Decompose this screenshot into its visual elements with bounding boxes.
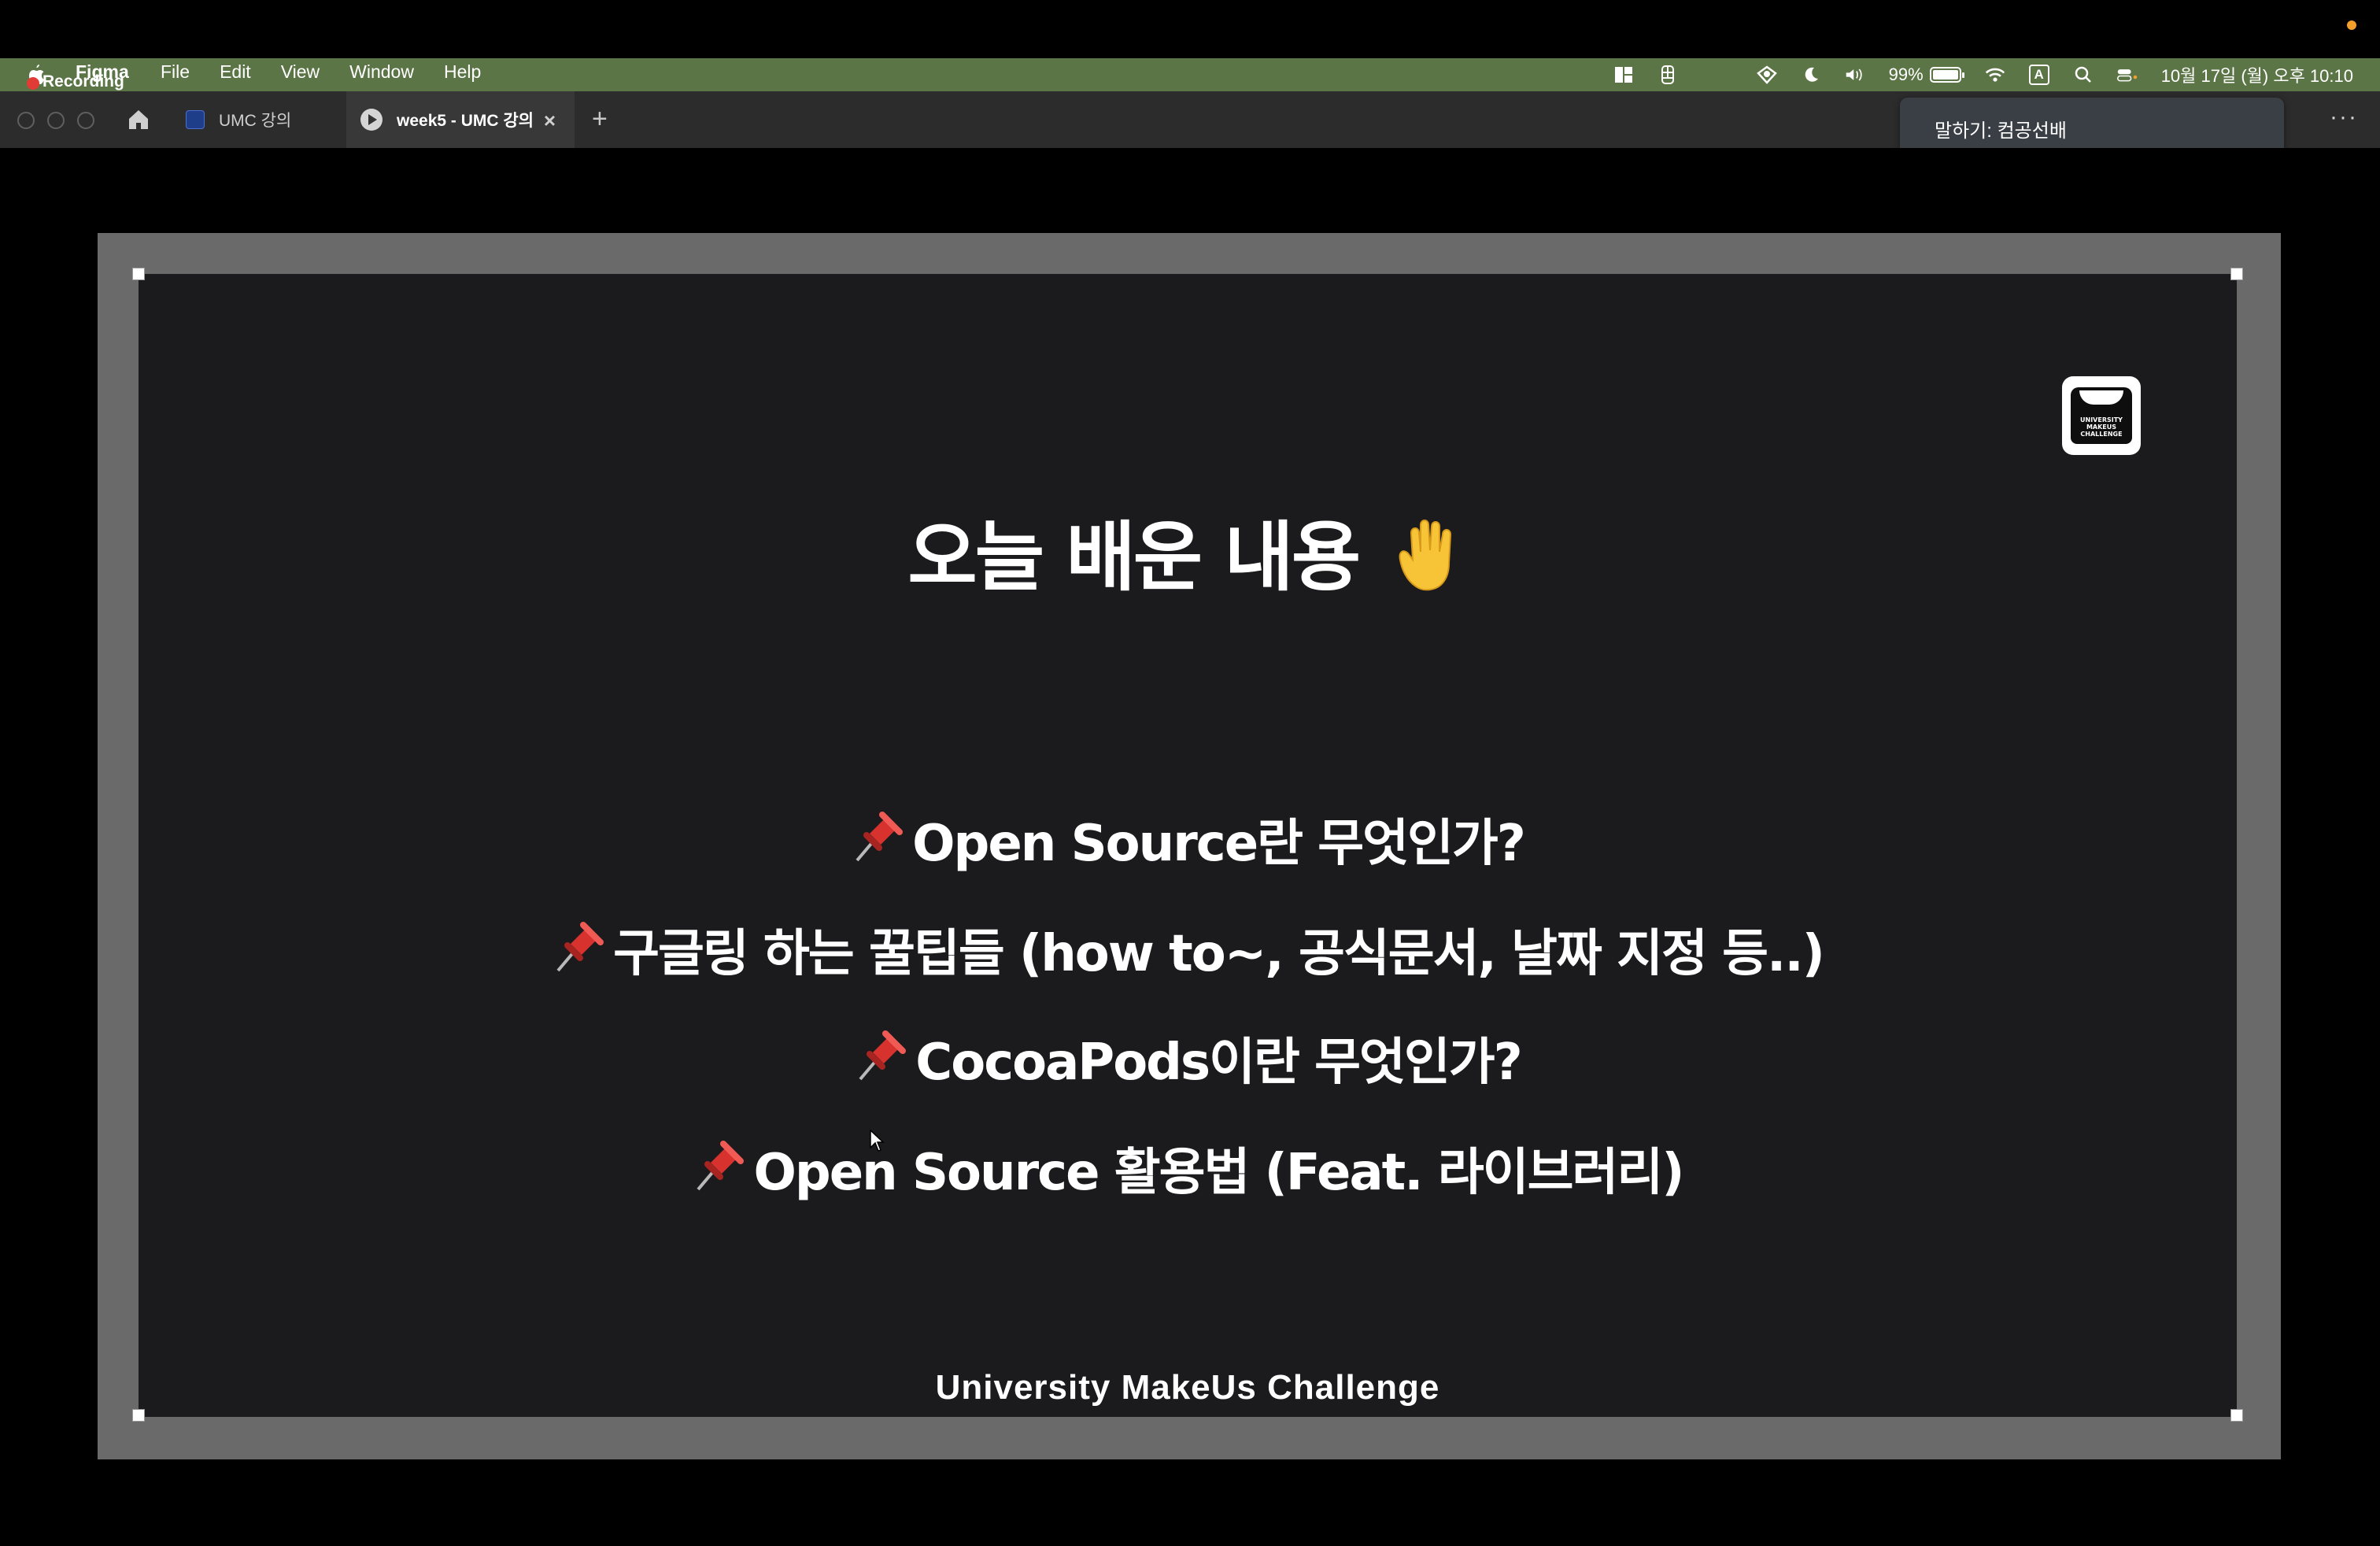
more-icon[interactable]: ···: [2330, 104, 2358, 131]
top-strip: [0, 0, 2380, 57]
figma-file-icon: [186, 110, 205, 129]
recording-dot-icon: [27, 77, 39, 90]
search-icon[interactable]: [2073, 65, 2094, 84]
battery-icon: [1929, 67, 1964, 83]
control-center-icon[interactable]: [2116, 65, 2138, 84]
slide-footer: University MakeUs Challenge: [935, 1368, 1440, 1407]
wifi-icon[interactable]: [1985, 65, 2005, 84]
logo-text: UNIVERSITY MAKEUS CHALLENGE: [2080, 416, 2123, 438]
bullet-text: CocoaPods이란 무엇인가?: [915, 1034, 1522, 1092]
bullet-text: Open Source란 무엇인가?: [912, 815, 1526, 873]
prototype-play-icon: [360, 109, 382, 131]
close-window-button[interactable]: [17, 112, 35, 129]
selection-handle-bottom-right[interactable]: [2230, 1409, 2243, 1422]
menu-window[interactable]: Window: [349, 61, 414, 83]
new-tab-button[interactable]: +: [592, 104, 608, 135]
close-tab-icon[interactable]: ×: [544, 109, 556, 133]
figma-icon[interactable]: [1658, 65, 1678, 84]
menu-items: File Edit View Window Help: [161, 61, 481, 83]
screen: Recording Figma File Edit View Window He…: [0, 0, 2380, 1546]
pushpin-icon: [854, 1029, 907, 1084]
selection-handle-top-right[interactable]: [2230, 268, 2243, 280]
input-source-icon[interactable]: A: [2028, 65, 2049, 85]
slide-title: 오늘 배운 내용: [139, 496, 2237, 605]
battery-percent: 99%: [1888, 65, 1924, 84]
volume-icon[interactable]: [1845, 65, 1865, 84]
bullet-item: Open Source 활용법 (Feat. 라이브러리): [139, 1132, 2237, 1204]
zoom-window-button[interactable]: [77, 112, 94, 129]
bullet-item: Open Source란 무엇인가?: [139, 803, 2237, 875]
bullet-item: 구글링 하는 꿀팁들 (how to~, 공식문서, 날짜 지정 등..): [139, 913, 2237, 986]
location-icon[interactable]: [1756, 65, 1777, 84]
raised-hand-icon: [1392, 513, 1468, 601]
bullet-item: CocoaPods이란 무엇인가?: [139, 1022, 2237, 1094]
moon-icon[interactable]: [1801, 65, 1821, 84]
slide-title-text: 오늘 배운 내용: [907, 513, 1361, 601]
datetime[interactable]: 10월 17일 (월) 오후 10:10: [2161, 62, 2353, 87]
bullet-text: Open Source 활용법 (Feat. 라이브러리): [753, 1144, 1684, 1202]
pushpin-icon: [851, 810, 904, 865]
home-icon[interactable]: [126, 107, 151, 132]
menu-bar: Recording Figma File Edit View Window He…: [0, 58, 2380, 91]
layout-icon[interactable]: [1613, 65, 1634, 84]
menu-view[interactable]: View: [281, 61, 320, 83]
selection-handle-bottom-left[interactable]: [132, 1409, 145, 1422]
pushpin-icon: [552, 920, 605, 975]
window-controls: [17, 112, 94, 129]
bullet-text: 구글링 하는 꿀팁들 (how to~, 공식문서, 날짜 지정 등..): [613, 925, 1825, 983]
minimize-window-button[interactable]: [47, 112, 65, 129]
pushpin-icon: [692, 1139, 745, 1194]
umc-logo: UNIVERSITY MAKEUS CHALLENGE: [2062, 376, 2141, 455]
menu-help[interactable]: Help: [444, 61, 481, 83]
tab-week5[interactable]: week5 - UMC 강의 ×: [346, 91, 575, 148]
battery-status[interactable]: 99%: [1888, 65, 1964, 85]
menu-file[interactable]: File: [161, 61, 190, 83]
umc-logo-mark: UNIVERSITY MAKEUS CHALLENGE: [2071, 387, 2132, 444]
app-menu[interactable]: Figma: [76, 61, 129, 83]
menu-edit[interactable]: Edit: [220, 61, 251, 83]
status-area: 99% A 10월 17일 (월) 오후 10:10: [1613, 58, 2353, 91]
tab-label: UMC 강의: [219, 112, 292, 130]
mouse-cursor-icon: [869, 1129, 885, 1152]
speaking-text: 말하기: 컴공선배: [1935, 120, 2067, 142]
selection-handle-top-left[interactable]: [132, 268, 145, 280]
camera-indicator-dot: [2347, 20, 2356, 30]
tab-label: week5 - UMC 강의: [397, 112, 534, 130]
tab-umc-lecture[interactable]: UMC 강의: [186, 91, 343, 148]
